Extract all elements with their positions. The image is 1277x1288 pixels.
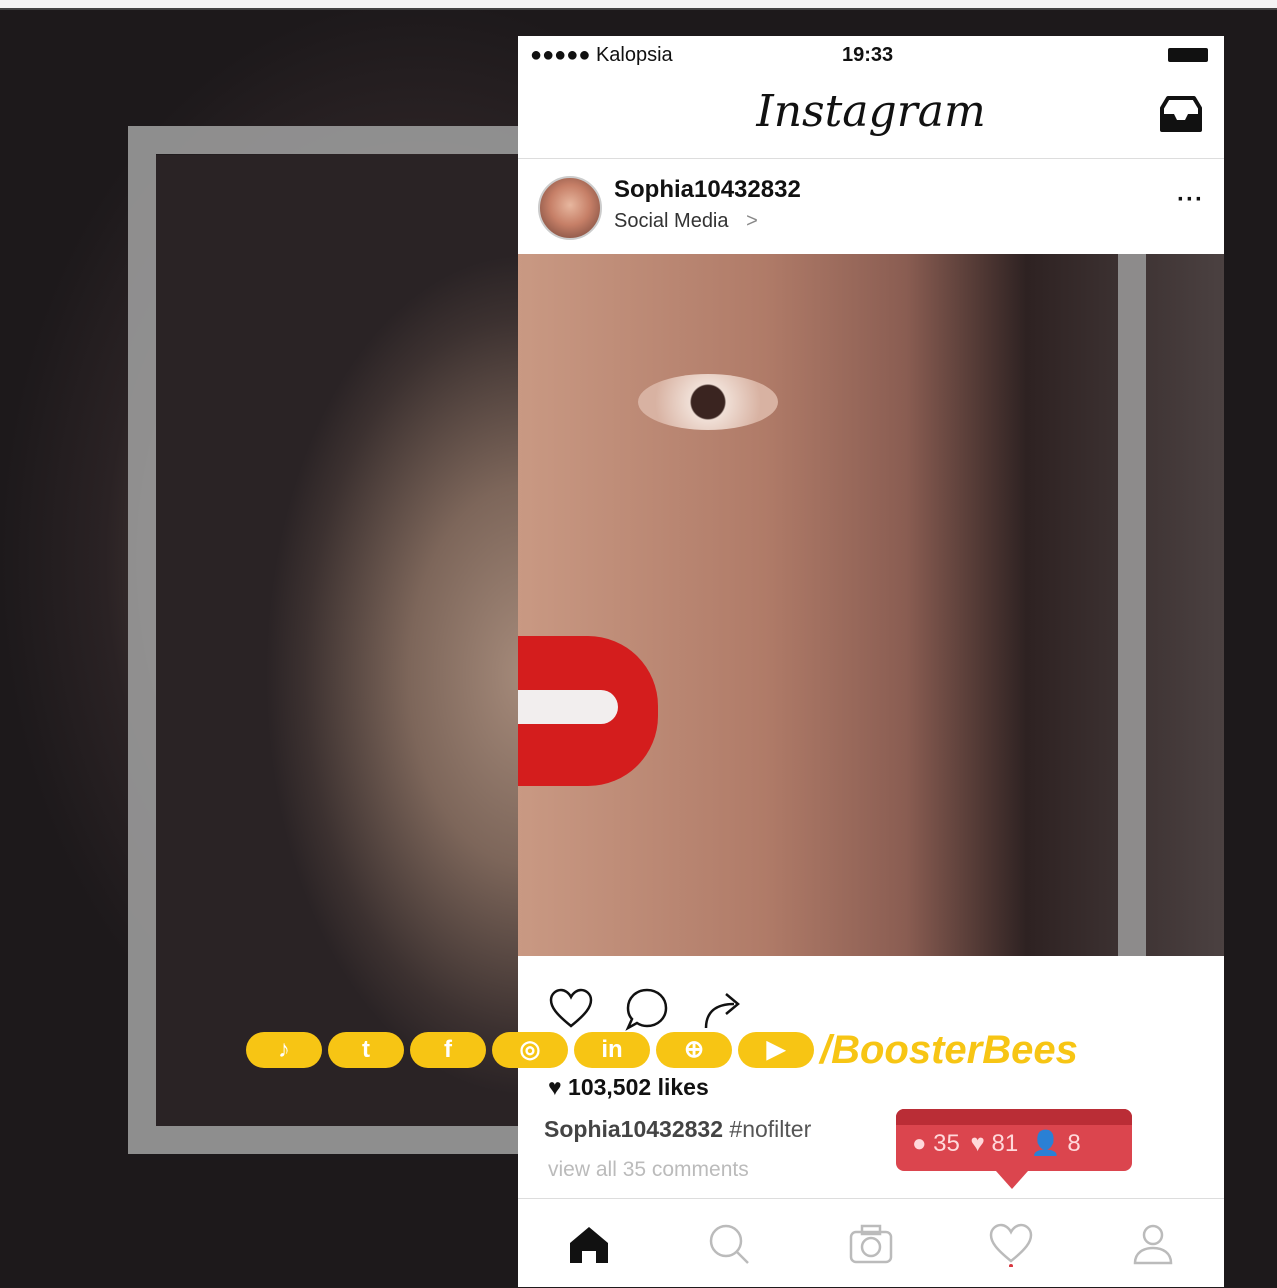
instagram-phone-screen: ●●●●● Kalopsia 19:33 Instagram Sophia104… <box>518 36 1224 1287</box>
notification-header <box>896 1109 1132 1125</box>
post-photo[interactable] <box>518 254 1224 956</box>
bottom-tab-bar <box>518 1198 1224 1288</box>
post-actions <box>548 986 848 1032</box>
likes-count-icon: ♥ <box>970 1130 985 1157</box>
profile-icon[interactable] <box>1130 1221 1176 1267</box>
tiktok-icon[interactable]: ♪ <box>246 1032 322 1068</box>
post-header: Sophia10432832 Social Media > ··· <box>518 158 1224 254</box>
inbox-icon[interactable] <box>1160 96 1202 132</box>
like-count-label: 103,502 likes <box>568 1074 709 1100</box>
social-handle[interactable]: /BoosterBees <box>820 1028 1078 1073</box>
post-caption: Sophia10432832 #nofilter <box>544 1116 811 1143</box>
camera-icon[interactable] <box>848 1221 894 1267</box>
home-icon[interactable] <box>566 1221 612 1267</box>
facebook-icon[interactable]: f <box>410 1032 486 1068</box>
social-links-bar: ♪ t f ◎ in ⊕ ▶ /BoosterBees <box>246 1028 1106 1072</box>
post-username[interactable]: Sophia10432832 <box>614 176 801 204</box>
caption-hashtag[interactable]: #nofilter <box>729 1116 811 1142</box>
photo-frame <box>128 126 548 1154</box>
share-icon[interactable] <box>700 986 746 1032</box>
notification-likes: 81 <box>991 1130 1019 1157</box>
activity-notification[interactable]: ● 35 ♥ 81 👤 8 <box>896 1109 1132 1189</box>
status-bar: ●●●●● Kalopsia 19:33 <box>518 36 1224 74</box>
carrier-label: ●●●●● Kalopsia <box>530 44 673 66</box>
status-time: 19:33 <box>842 44 894 66</box>
globe-icon[interactable]: ⊕ <box>656 1032 732 1068</box>
linkedin-icon[interactable]: in <box>574 1032 650 1068</box>
battery-icon <box>1168 48 1208 62</box>
instagram-icon[interactable]: ◎ <box>492 1032 568 1068</box>
comment-count-icon: ● <box>912 1130 927 1157</box>
post-location[interactable]: Social Media > <box>614 210 758 233</box>
twitter-icon[interactable]: t <box>328 1032 404 1068</box>
notification-counts: ● 35 ♥ 81 👤 8 <box>912 1129 1081 1158</box>
activity-heart-icon[interactable] <box>988 1221 1034 1267</box>
notification-comments: 35 <box>933 1130 960 1157</box>
avatar[interactable] <box>538 176 602 240</box>
app-header: Instagram <box>518 74 1224 159</box>
chevron-right-icon: > <box>746 210 758 232</box>
teeth <box>518 690 618 724</box>
heart-filled-icon: ♥ <box>548 1074 562 1100</box>
youtube-icon[interactable]: ▶ <box>738 1032 814 1068</box>
eye <box>638 374 778 430</box>
top-border <box>0 0 1277 10</box>
caption-username[interactable]: Sophia10432832 <box>544 1116 723 1142</box>
notification-pointer <box>996 1171 1028 1189</box>
follower-count-icon: 👤 <box>1030 1130 1061 1157</box>
notification-followers: 8 <box>1067 1130 1081 1157</box>
more-options-icon[interactable]: ··· <box>1177 186 1204 214</box>
search-icon[interactable] <box>706 1221 752 1267</box>
location-label: Social Media <box>614 210 729 232</box>
heart-icon[interactable] <box>548 986 594 1032</box>
photo-frame-right <box>1118 254 1146 956</box>
view-comments-link[interactable]: view all 35 comments <box>548 1158 749 1182</box>
instagram-logo: Instagram <box>756 86 986 137</box>
like-count[interactable]: ♥ 103,502 likes <box>548 1074 709 1101</box>
comment-icon[interactable] <box>624 986 670 1032</box>
